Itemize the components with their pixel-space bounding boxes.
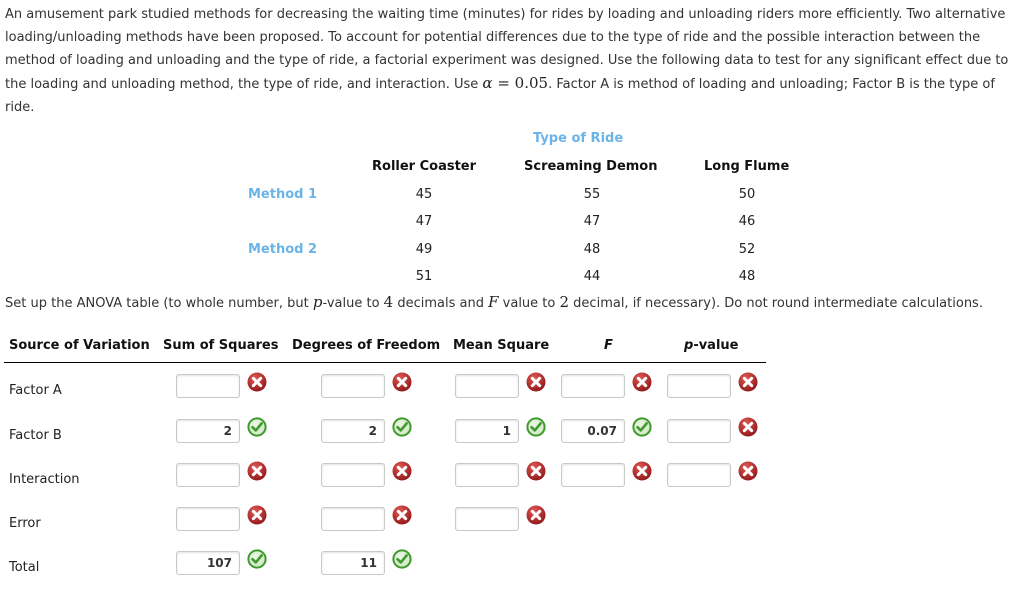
incorrect-x-icon xyxy=(738,372,758,392)
header-mean-square: Mean Square xyxy=(453,338,550,353)
incorrect-x-icon xyxy=(738,461,758,481)
data-cell: 55 xyxy=(583,187,601,202)
degrees-of-freedom-input[interactable]: 11 xyxy=(321,551,385,575)
row-label-interaction: Interaction xyxy=(9,472,80,487)
incorrect-x-icon xyxy=(247,461,267,481)
sum-of-squares-input[interactable] xyxy=(176,463,240,487)
data-cell: 46 xyxy=(738,214,756,229)
data-cell: 50 xyxy=(738,187,756,202)
data-cell: 47 xyxy=(415,214,433,229)
f-value-input[interactable]: 0.07 xyxy=(561,419,625,443)
degrees-of-freedom-input[interactable] xyxy=(321,507,385,531)
incorrect-x-icon xyxy=(526,505,546,525)
column-header-screaming-demon: Screaming Demon xyxy=(524,159,658,174)
row-label-error: Error xyxy=(9,516,41,531)
data-cell: 52 xyxy=(738,242,756,257)
sum-of-squares-input[interactable]: 107 xyxy=(176,551,240,575)
incorrect-x-icon xyxy=(632,372,652,392)
row-label-method-1: Method 1 xyxy=(248,187,318,202)
mean-square-input[interactable] xyxy=(455,463,519,487)
row-label-total: Total xyxy=(9,560,40,575)
correct-check-icon xyxy=(247,417,267,437)
mean-square-input[interactable]: 1 xyxy=(455,419,519,443)
correct-check-icon xyxy=(392,549,412,569)
incorrect-x-icon xyxy=(392,505,412,525)
f-value-input[interactable] xyxy=(561,463,625,487)
sum-of-squares-input[interactable]: 2 xyxy=(176,419,240,443)
data-cell: 45 xyxy=(415,187,433,202)
row-label-factor-b: Factor B xyxy=(9,428,62,443)
f-value-input[interactable] xyxy=(561,374,625,398)
incorrect-x-icon xyxy=(526,372,546,392)
p-value-input[interactable] xyxy=(667,463,731,487)
correct-check-icon xyxy=(392,417,412,437)
sum-of-squares-input[interactable] xyxy=(176,374,240,398)
correct-check-icon xyxy=(247,549,267,569)
data-cell: 48 xyxy=(583,242,601,257)
header-divider xyxy=(4,362,766,363)
degrees-of-freedom-input[interactable] xyxy=(321,463,385,487)
incorrect-x-icon xyxy=(247,505,267,525)
problem-statement: An amusement park studied methods for de… xyxy=(5,7,1009,115)
header-degrees-of-freedom: Degrees of Freedom xyxy=(292,338,441,353)
incorrect-x-icon xyxy=(247,372,267,392)
incorrect-x-icon xyxy=(738,417,758,437)
header-sum-of-squares: Sum of Squares xyxy=(163,338,279,353)
incorrect-x-icon xyxy=(392,372,412,392)
data-cell: 49 xyxy=(415,242,433,257)
correct-check-icon xyxy=(632,417,652,437)
header-source-of-variation: Source of Variation xyxy=(9,338,150,353)
data-table-title: Type of Ride xyxy=(533,131,624,146)
degrees-of-freedom-input[interactable] xyxy=(321,374,385,398)
degrees-of-freedom-input[interactable]: 2 xyxy=(321,419,385,443)
data-cell: 51 xyxy=(415,269,433,284)
header-f: F xyxy=(604,338,613,353)
data-cell: 47 xyxy=(583,214,601,229)
header-p-value: p-value xyxy=(684,338,739,353)
anova-instructions: Set up the ANOVA table (to whole number,… xyxy=(5,293,983,311)
incorrect-x-icon xyxy=(526,461,546,481)
row-label-factor-a: Factor A xyxy=(9,383,62,398)
sum-of-squares-input[interactable] xyxy=(176,507,240,531)
column-header-roller-coaster: Roller Coaster xyxy=(372,159,477,174)
correct-check-icon xyxy=(526,417,546,437)
data-cell: 44 xyxy=(583,269,601,284)
alpha-expression: α = 0.05 xyxy=(482,74,549,92)
mean-square-input[interactable] xyxy=(455,507,519,531)
data-cell: 48 xyxy=(738,269,756,284)
incorrect-x-icon xyxy=(392,461,412,481)
p-value-input[interactable] xyxy=(667,419,731,443)
p-value-input[interactable] xyxy=(667,374,731,398)
mean-square-input[interactable] xyxy=(455,374,519,398)
incorrect-x-icon xyxy=(632,461,652,481)
column-header-long-flume: Long Flume xyxy=(704,159,790,174)
row-label-method-2: Method 2 xyxy=(248,242,318,257)
